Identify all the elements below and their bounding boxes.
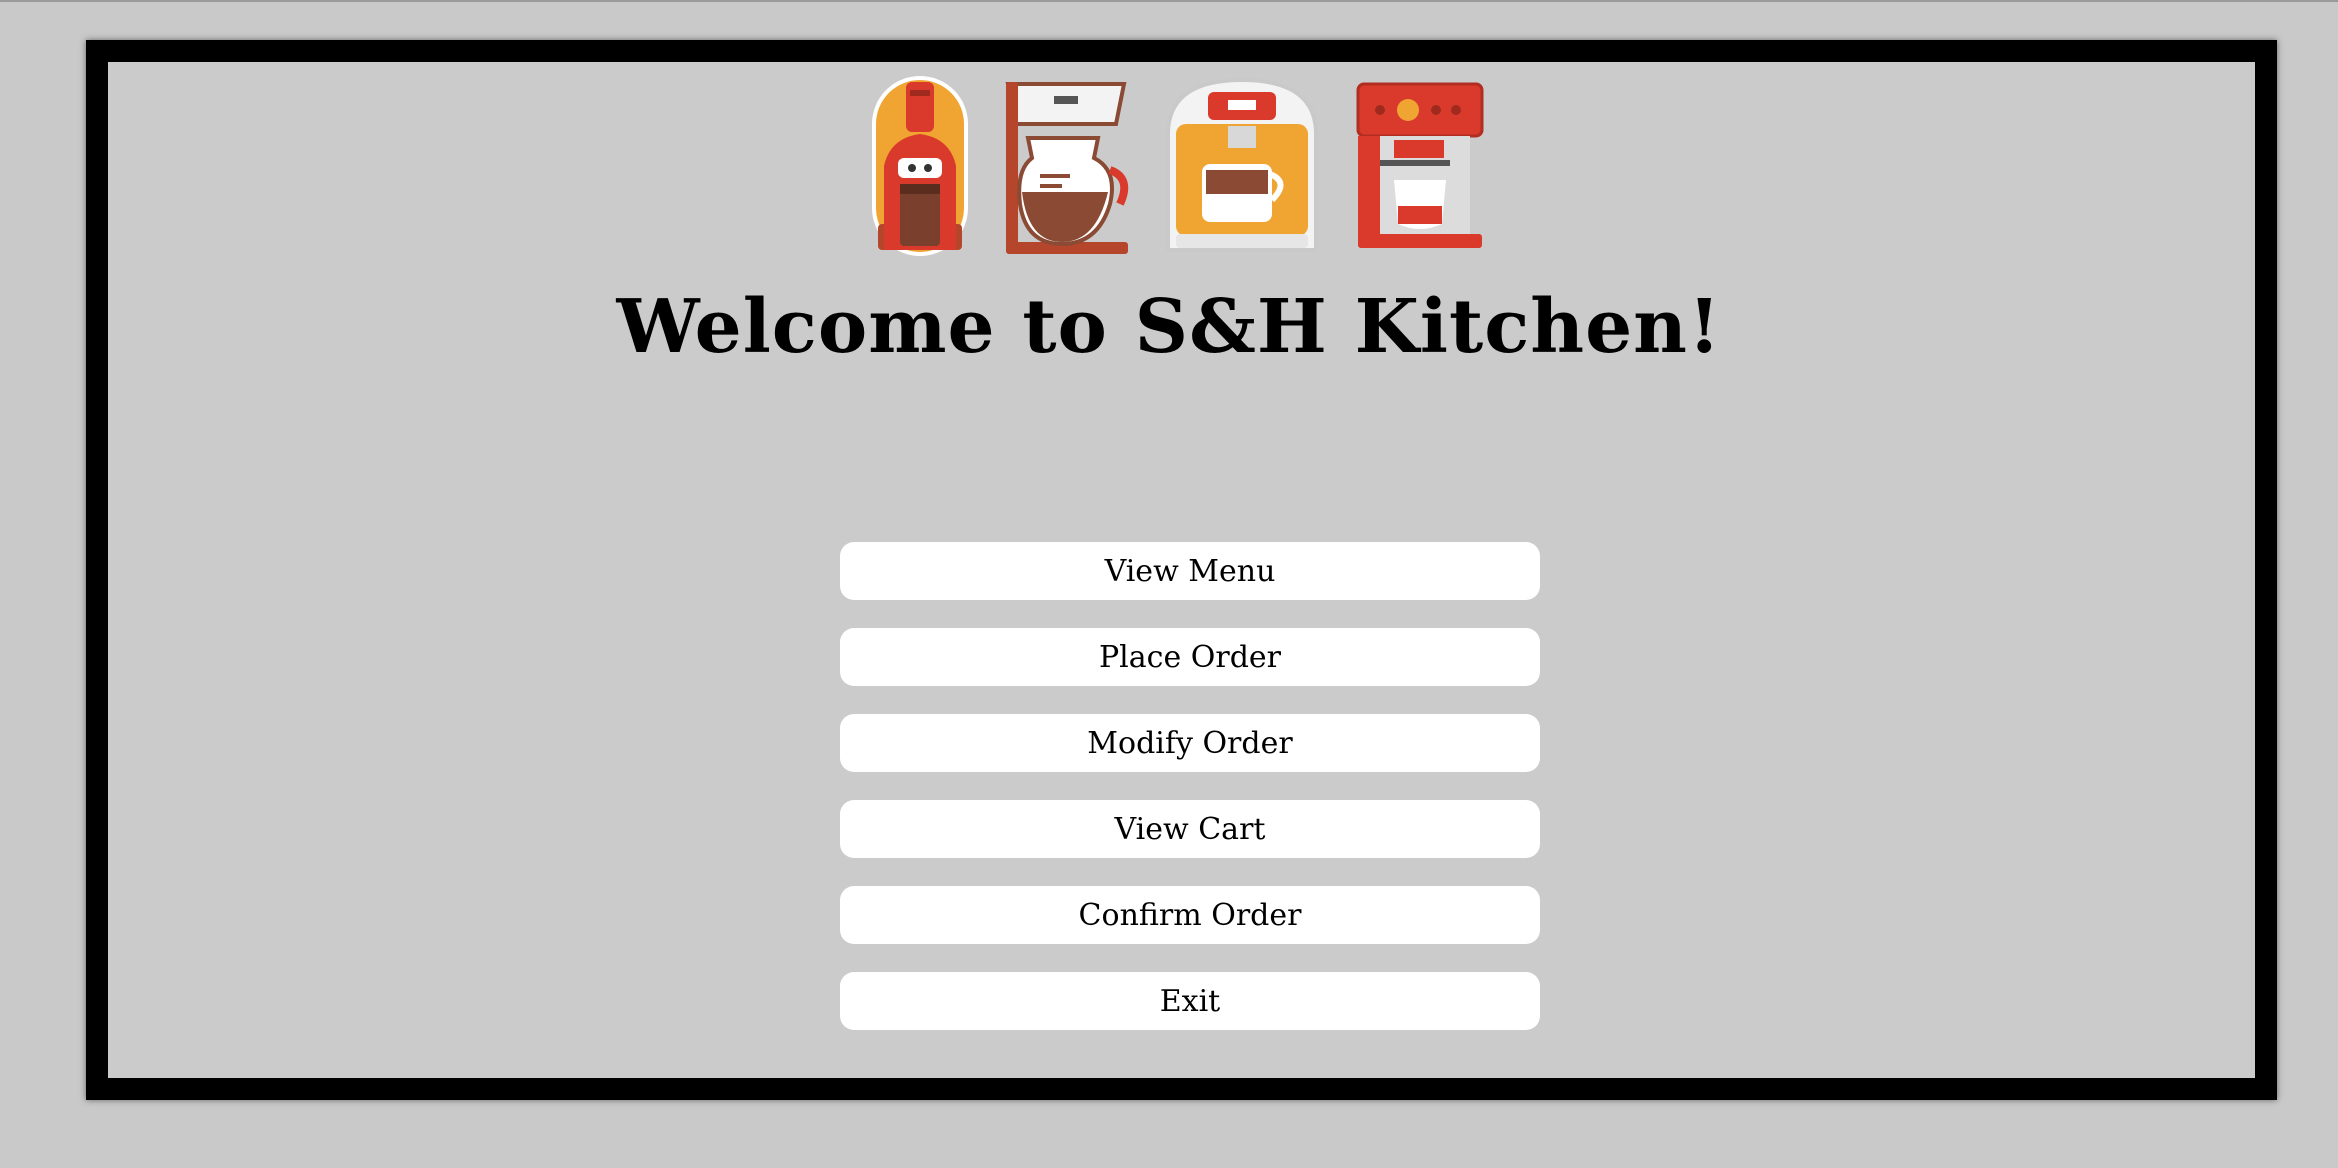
drip-coffee-maker-icon (1005, 82, 1129, 254)
view-cart-button[interactable]: View Cart (840, 800, 1540, 858)
modify-order-button[interactable]: Modify Order (840, 714, 1540, 772)
main-menu: View Menu Place Order Modify Order View … (840, 542, 1540, 1058)
exit-button[interactable]: Exit (840, 972, 1540, 1030)
confirm-order-button[interactable]: Confirm Order (840, 886, 1540, 944)
capsule-coffee-machine-icon (1166, 77, 1318, 252)
page-title: Welcome to S&H Kitchen! (616, 284, 1722, 370)
espresso-machine-icon (1356, 82, 1484, 248)
grinder-icon (872, 76, 968, 256)
appliance-banner (870, 74, 1490, 264)
view-menu-button[interactable]: View Menu (840, 542, 1540, 600)
place-order-button[interactable]: Place Order (840, 628, 1540, 686)
app-window: Welcome to S&H Kitchen! View Menu Place … (0, 0, 2338, 1168)
